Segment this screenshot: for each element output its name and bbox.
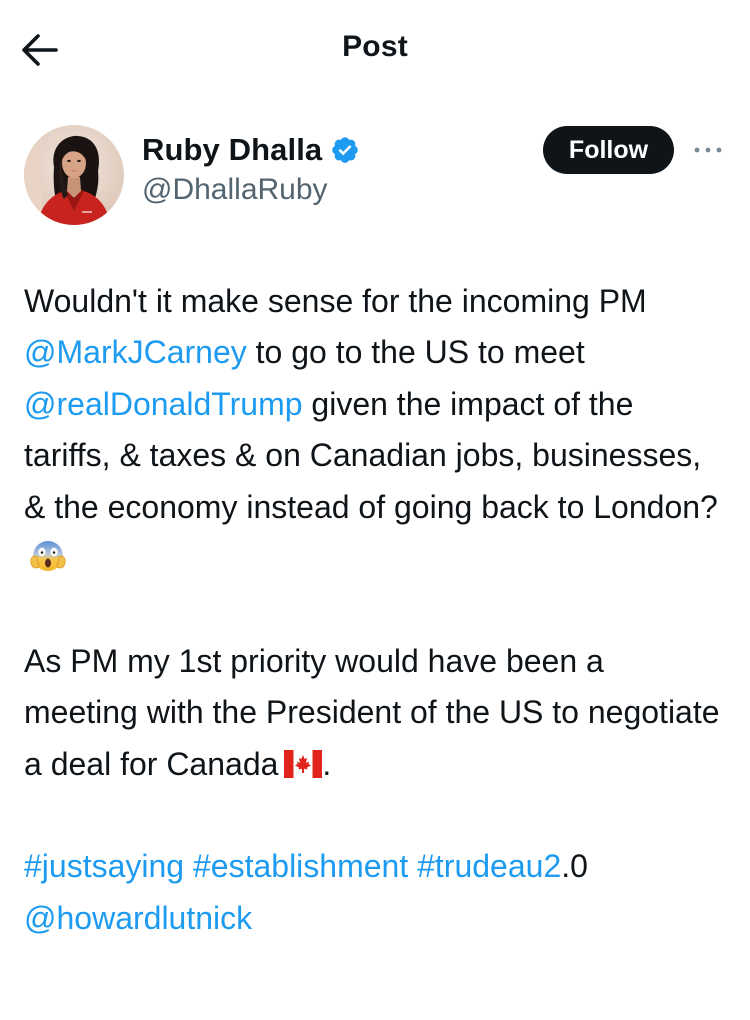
mention-link[interactable]: @howardlutnick: [24, 900, 252, 936]
post-header: Ruby Dhalla @DhallaRuby Follow: [0, 125, 750, 225]
display-name: Ruby Dhalla: [142, 132, 323, 167]
handle[interactable]: @DhallaRuby: [142, 173, 328, 207]
canada-flag-emoji: [284, 749, 323, 778]
more-options-button[interactable]: [690, 139, 726, 161]
top-bar: Post: [0, 0, 750, 100]
face-screaming-in-fear-emoji: [30, 541, 66, 572]
follow-button[interactable]: Follow: [543, 126, 674, 174]
post-text-segment: .0: [561, 848, 588, 885]
post-paragraph-2: As PM my 1st priority would have been a …: [24, 636, 724, 790]
post-text-segment: .: [322, 745, 332, 782]
post-paragraph-1: Wouldn't it make sense for the incoming …: [24, 276, 724, 584]
post-text: Wouldn't it make sense for the incoming …: [24, 276, 724, 944]
hashtag-link[interactable]: #trudeau2: [417, 848, 561, 884]
post-paragraph-3: #justsaying #establishment #trudeau2.0 @h…: [24, 841, 724, 944]
verified-badge-icon: [332, 137, 359, 163]
hashtag-link[interactable]: #justsaying: [24, 848, 184, 884]
avatar-photo: [24, 125, 124, 225]
mention-link[interactable]: @MarkJCarney: [24, 334, 247, 370]
post-text-segment: Wouldn't it make sense for the incoming …: [24, 283, 647, 319]
display-name-link[interactable]: Ruby Dhalla: [142, 130, 360, 170]
post-text-segment: As PM my 1st priority would have been a …: [24, 642, 720, 782]
post-text-segment: to go to the US to meet: [246, 334, 585, 371]
hashtag-link[interactable]: #establishment: [193, 848, 408, 884]
page-title: Post: [342, 30, 408, 63]
mention-link[interactable]: @realDonaldTrump: [24, 386, 303, 422]
more-options-icon: [694, 147, 722, 153]
avatar[interactable]: [24, 125, 124, 225]
